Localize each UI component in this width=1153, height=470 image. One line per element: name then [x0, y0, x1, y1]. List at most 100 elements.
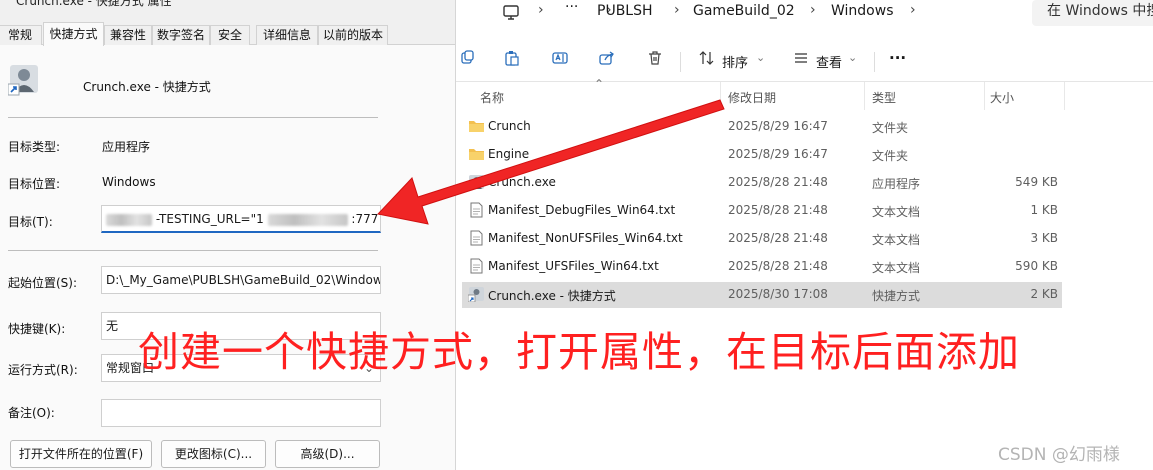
- breadcrumb-windows[interactable]: Windows: [831, 3, 894, 19]
- view-icon: [790, 50, 812, 72]
- dialog-tabs: 常规 快捷方式 兼容性 数字签名 安全 详细信息 以前的版本: [0, 22, 455, 46]
- target-location-label: 目标位置:: [8, 177, 61, 191]
- target-location-value: Windows: [102, 175, 156, 189]
- tab-details[interactable]: 详细信息: [256, 25, 318, 45]
- target-label: 目标(T):: [8, 215, 53, 229]
- folder-icon: [468, 146, 485, 162]
- tab-security[interactable]: 安全: [210, 25, 250, 45]
- chevron-right-icon: ›: [538, 2, 544, 18]
- file-name: Manifest_UFSFiles_Win64.txt: [488, 259, 659, 273]
- file-modified: 2025/8/29 16:47: [728, 147, 828, 161]
- sort-icon: [696, 50, 718, 72]
- open-file-location-button[interactable]: 打开文件所在的位置(F): [10, 440, 152, 468]
- rename-icon[interactable]: [549, 50, 571, 72]
- divider: [8, 250, 378, 251]
- redacted-segment: [106, 213, 152, 226]
- file-name: Crunch: [488, 119, 531, 133]
- file-type: 文件夹: [872, 149, 909, 163]
- share-icon[interactable]: [596, 50, 618, 72]
- text-file-icon: [468, 202, 485, 218]
- chevron-down-icon: ⌄: [848, 51, 858, 64]
- target-type-label: 目标类型:: [8, 140, 61, 154]
- column-size[interactable]: 大小: [990, 89, 1014, 106]
- redacted-segment: [267, 213, 348, 226]
- breadcrumb-gamebuild[interactable]: GameBuild_02: [693, 3, 795, 19]
- sort-ascending-icon: ⌃: [594, 77, 605, 91]
- delete-icon[interactable]: [644, 50, 666, 72]
- chevron-down-icon: ⌄: [756, 51, 766, 64]
- tab-shortcut[interactable]: 快捷方式: [43, 22, 104, 46]
- address-bar: › ··· › PUBLSH › GameBuild_02 › Windows …: [456, 0, 1153, 28]
- target-value-middle: -TESTING_URL="1: [155, 212, 264, 226]
- file-modified: 2025/8/29 16:47: [728, 119, 828, 133]
- file-size: 1 KB: [1030, 203, 1058, 217]
- shortcut-icon: [467, 286, 485, 303]
- column-modified[interactable]: 修改日期: [728, 89, 776, 106]
- file-name: Manifest_DebugFiles_Win64.txt: [488, 203, 676, 217]
- column-name[interactable]: 名称: [480, 89, 504, 106]
- paste-icon[interactable]: [501, 50, 523, 72]
- dialog-title: Crunch.exe - 快捷方式 属性: [16, 0, 172, 8]
- divider: [8, 117, 378, 118]
- tab-compatibility[interactable]: 兼容性: [104, 25, 152, 45]
- column-divider: [720, 82, 721, 110]
- watermark: CSDN @幻雨様: [998, 445, 1120, 465]
- file-row[interactable]: Manifest_DebugFiles_Win64.txt 2025/8/28 2…: [462, 198, 1062, 224]
- folder-icon: [468, 118, 485, 134]
- chevron-right-icon: ›: [674, 2, 680, 18]
- tab-previous-versions[interactable]: 以前的版本: [318, 25, 388, 45]
- file-modified: 2025/8/30 17:08: [728, 287, 828, 301]
- hotkey-label: 快捷键(K):: [8, 322, 66, 336]
- chevron-right-icon: ›: [910, 2, 916, 18]
- text-file-icon: [468, 258, 485, 274]
- file-explorer: › ··· › PUBLSH › GameBuild_02 › Windows …: [456, 0, 1153, 470]
- file-row[interactable]: Crunch.exe - 快捷方式 2025/8/30 17:08 快捷方式 2 KB: [462, 282, 1062, 308]
- run-label: 运行方式(R):: [8, 363, 78, 377]
- more-options-button[interactable]: ···: [889, 49, 906, 67]
- file-type: 快捷方式: [872, 289, 921, 303]
- monitor-icon[interactable]: [502, 3, 522, 23]
- text-file-icon: [468, 230, 485, 246]
- file-row[interactable]: Crunch 2025/8/29 16:47 文件夹: [462, 114, 1062, 140]
- column-divider: [984, 82, 985, 110]
- file-name: Engine: [488, 147, 530, 161]
- overflow-crumb-icon[interactable]: ···: [565, 0, 578, 15]
- file-row[interactable]: Engine 2025/8/29 16:47 文件夹: [462, 142, 1062, 168]
- app-icon: [468, 174, 485, 190]
- change-icon-button[interactable]: 更改图标(C)...: [161, 440, 266, 468]
- advanced-button[interactable]: 高级(D)...: [275, 440, 380, 468]
- file-type: 文本文档: [872, 261, 921, 275]
- breadcrumb-publsh[interactable]: PUBLSH: [597, 3, 653, 19]
- tab-general[interactable]: 常规: [0, 25, 42, 45]
- search-input[interactable]: 在 Windows 中搜: [1032, 0, 1153, 26]
- shortcut-app-icon: [7, 64, 40, 96]
- tab-digital-signature[interactable]: 数字签名: [152, 25, 210, 45]
- comment-field[interactable]: [101, 399, 381, 427]
- file-type: 文本文档: [872, 205, 921, 219]
- annotation-text: 创建一个快捷方式，打开属性，在目标后面添加: [138, 328, 1020, 376]
- copy-icon[interactable]: [456, 50, 478, 72]
- sort-button[interactable]: 排序: [722, 52, 748, 71]
- file-name: Crunch.exe - 快捷方式: [488, 289, 616, 303]
- target-value-end: :7777": [351, 212, 380, 226]
- view-button[interactable]: 查看: [816, 52, 842, 71]
- file-size: 2 KB: [1030, 287, 1058, 301]
- column-divider: [1064, 82, 1065, 110]
- file-row[interactable]: Crunch.exe 2025/8/28 21:48 应用程序 549 KB: [462, 170, 1062, 196]
- file-name: Crunch.exe: [488, 175, 556, 189]
- file-row[interactable]: Manifest_NonUFSFiles_Win64.txt 2025/8/28 …: [462, 226, 1062, 252]
- column-type[interactable]: 类型: [872, 89, 896, 106]
- start-in-field[interactable]: D:\_My_Game\PUBLSH\GameBuild_02\Windows: [101, 266, 381, 294]
- start-in-label: 起始位置(S):: [8, 276, 78, 290]
- file-size: 549 KB: [1015, 175, 1058, 189]
- chevron-right-icon: ›: [810, 2, 816, 18]
- target-field[interactable]: -TESTING_URL="1 :7777": [101, 205, 381, 233]
- toolbar-divider: [874, 52, 875, 72]
- file-row[interactable]: Manifest_UFSFiles_Win64.txt 2025/8/28 21:…: [462, 254, 1062, 280]
- file-modified: 2025/8/28 21:48: [728, 259, 828, 273]
- comment-label: 备注(O):: [8, 406, 55, 420]
- file-modified: 2025/8/28 21:48: [728, 231, 828, 245]
- command-bar: 排序 ⌄ 查看 ⌄ ···: [456, 40, 1153, 82]
- file-modified: 2025/8/28 21:48: [728, 203, 828, 217]
- file-modified: 2025/8/28 21:48: [728, 175, 828, 189]
